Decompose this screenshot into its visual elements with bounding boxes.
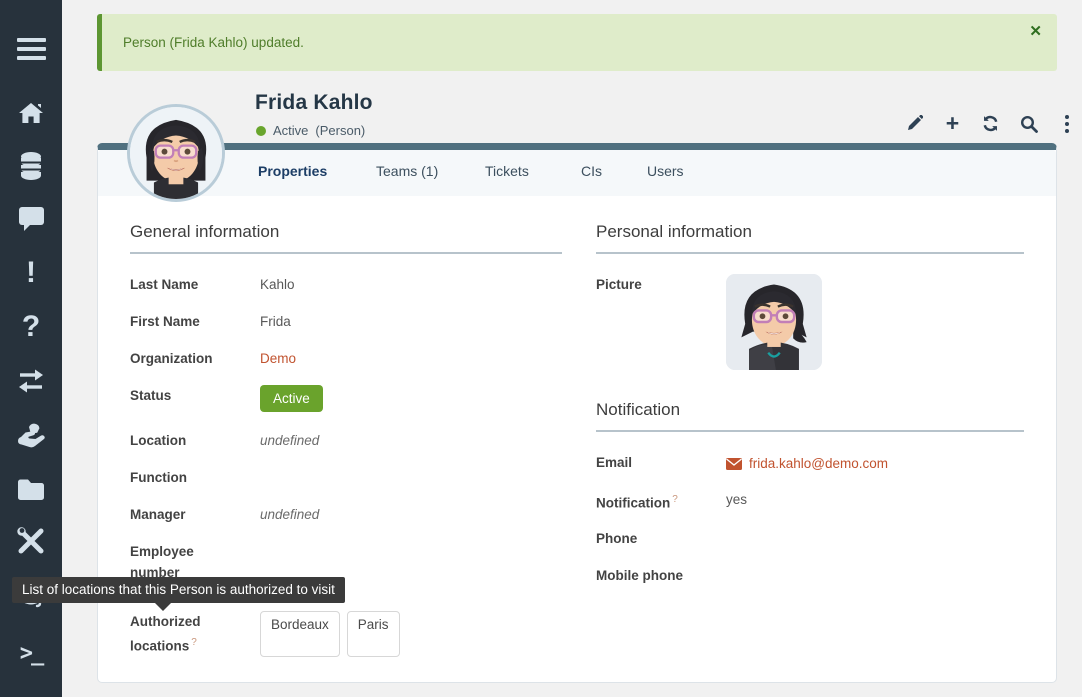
field-organization: Organization Demo	[130, 348, 562, 371]
new-plus-icon[interactable]: +	[943, 114, 962, 133]
tab-teams[interactable]: Teams (1)	[376, 163, 438, 179]
status-line: Active (Person)	[256, 123, 365, 138]
section-title-personal: Personal information	[596, 222, 1024, 254]
authorized-locations-tooltip: List of locations that this Person is au…	[12, 577, 345, 603]
folder-icon[interactable]	[0, 474, 62, 504]
success-banner: Person (Frida Kahlo) updated. ✕	[97, 14, 1057, 71]
person-picture	[726, 274, 822, 370]
notification-label: Notification	[596, 496, 670, 511]
tab-properties[interactable]: Properties	[258, 163, 327, 179]
field-picture: Picture	[596, 274, 1024, 370]
field-authorized-locations: Authorized locations? Bordeaux Paris	[130, 611, 562, 657]
field-mobile-phone: Mobile phone	[596, 565, 1024, 588]
incident-icon[interactable]: !	[0, 256, 62, 290]
status-label: Active	[273, 123, 308, 138]
service-hand-icon[interactable]	[0, 420, 62, 452]
help-icon[interactable]: ?	[672, 494, 678, 505]
class-label: (Person)	[315, 123, 365, 138]
field-manager: Manager undefined	[130, 504, 562, 527]
transfer-arrows-icon[interactable]	[0, 366, 62, 396]
status-badge: Active	[260, 385, 323, 412]
field-phone: Phone	[596, 528, 1024, 551]
database-icon[interactable]	[0, 150, 62, 182]
tools-icon[interactable]	[0, 526, 62, 558]
tab-users[interactable]: Users	[647, 163, 684, 179]
close-icon[interactable]: ✕	[1029, 22, 1042, 40]
more-actions-icon[interactable]	[1057, 114, 1076, 133]
section-title-general: General information	[130, 222, 562, 254]
field-function: Function	[130, 467, 562, 490]
edit-pencil-icon[interactable]	[905, 114, 924, 133]
organization-link[interactable]: Demo	[260, 348, 296, 371]
tag-paris: Paris	[347, 611, 400, 657]
section-title-notification: Notification	[596, 400, 1024, 432]
tag-bordeaux: Bordeaux	[260, 611, 340, 657]
chat-icon[interactable]	[0, 205, 62, 233]
banner-message: Person (Frida Kahlo) updated.	[123, 35, 304, 50]
help-icon[interactable]: ?	[191, 637, 197, 648]
field-last-name: Last Name Kahlo	[130, 274, 562, 297]
tab-tickets[interactable]: Tickets	[485, 163, 529, 179]
status-dot-icon	[256, 126, 266, 136]
page-title: Frida Kahlo	[255, 91, 373, 115]
home-icon[interactable]	[0, 98, 62, 128]
authorized-locations-label: Authorized locations	[130, 614, 201, 654]
tab-bar: Properties Teams (1) Tickets CIs Users	[98, 150, 1056, 196]
terminal-icon[interactable]: >_	[0, 636, 62, 670]
field-status: Status Active	[130, 385, 562, 412]
search-icon[interactable]	[1019, 114, 1038, 133]
email-link[interactable]: frida.kahlo@demo.com	[749, 453, 888, 474]
field-location: Location undefined	[130, 430, 562, 453]
problem-icon[interactable]: ?	[0, 310, 62, 344]
location-tags: Bordeaux Paris	[260, 611, 400, 657]
refresh-icon[interactable]	[981, 114, 1000, 133]
person-avatar	[127, 104, 225, 202]
field-email: Email frida.kahlo@demo.com	[596, 452, 1024, 475]
envelope-icon	[726, 458, 742, 470]
menu-toggle-icon[interactable]	[0, 36, 62, 62]
field-notification: Notification? yes	[596, 489, 1024, 514]
tab-cis[interactable]: CIs	[581, 163, 602, 179]
field-first-name: First Name Frida	[130, 311, 562, 334]
right-column: Personal information Picture	[596, 196, 1024, 602]
object-toolbar: +	[905, 114, 1076, 133]
